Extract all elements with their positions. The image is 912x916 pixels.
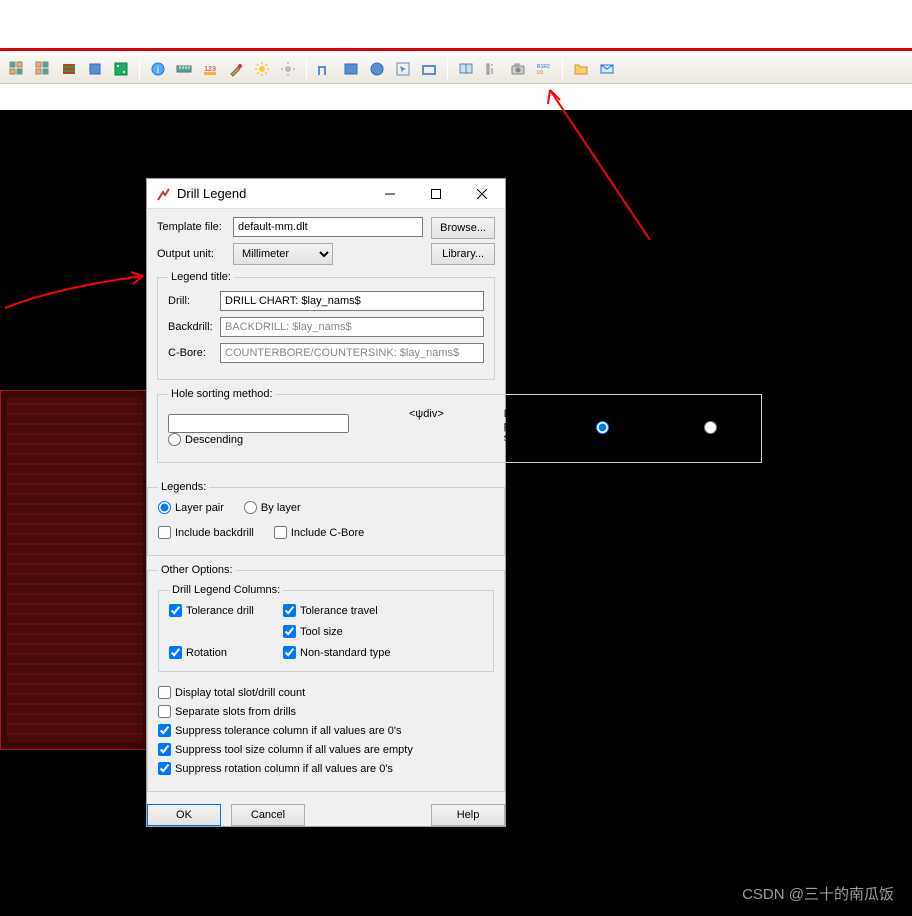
drill-columns-group: Drill Legend Columns: Tolerance drill To… bbox=[158, 584, 494, 672]
tb-brush-icon[interactable] bbox=[225, 58, 247, 80]
tb-grid2-icon[interactable] bbox=[32, 58, 54, 80]
help-button[interactable]: Help bbox=[431, 804, 505, 826]
backdrill-label: Backdrill: bbox=[168, 321, 214, 333]
rotation-label: Rotation bbox=[186, 647, 227, 659]
plated-first-label: Plated first bbox=[613, 415, 644, 439]
tb-sun-icon[interactable] bbox=[251, 58, 273, 80]
suppress-rot-check[interactable] bbox=[158, 762, 171, 775]
nonstandard-check[interactable] bbox=[283, 646, 296, 659]
tolerance-drill-check[interactable] bbox=[169, 604, 182, 617]
suppress-tool-check[interactable] bbox=[158, 743, 171, 756]
separate-slots-check[interactable] bbox=[158, 705, 171, 718]
layer-pair-radio[interactable] bbox=[158, 501, 171, 514]
tb-refdes-icon[interactable]: R1R2U1 bbox=[533, 58, 555, 80]
include-cbore-label: Include C-Bore bbox=[291, 527, 364, 539]
cancel-button[interactable]: Cancel bbox=[231, 804, 305, 826]
display-total-check[interactable] bbox=[158, 686, 171, 699]
tolerance-drill-label: Tolerance drill bbox=[186, 605, 254, 617]
tb-layers-icon[interactable] bbox=[58, 58, 80, 80]
by-layer-label: By layer bbox=[261, 502, 301, 514]
rotation-check[interactable] bbox=[169, 646, 182, 659]
suppress-tol-check[interactable] bbox=[158, 724, 171, 737]
drill-label: Drill: bbox=[168, 295, 214, 307]
cbore-label: C-Bore: bbox=[168, 347, 214, 359]
display-total-label: Display total slot/drill count bbox=[175, 687, 305, 699]
tb-123-icon[interactable]: 123 bbox=[199, 58, 221, 80]
tb-ruler-icon[interactable] bbox=[173, 58, 195, 80]
separate-slots-label: Separate slots from drills bbox=[175, 706, 296, 718]
dialog-title: Drill Legend bbox=[177, 186, 367, 201]
tb-mail-icon[interactable] bbox=[596, 58, 618, 80]
tb-folder-icon[interactable] bbox=[570, 58, 592, 80]
tool-size-label: Tool size bbox=[300, 626, 343, 638]
tb-circle-icon[interactable] bbox=[366, 58, 388, 80]
drill-input[interactable] bbox=[220, 291, 484, 311]
suppress-tol-label: Suppress tolerance column if all values … bbox=[175, 725, 402, 737]
hole-sorting-legend: Hole sorting method: bbox=[168, 388, 276, 400]
drill-legend-dialog: Drill Legend Template file: Browse... Li… bbox=[146, 178, 506, 827]
output-unit-label: Output unit: bbox=[157, 248, 227, 260]
tb-grid-icon[interactable] bbox=[6, 58, 28, 80]
template-file-input[interactable] bbox=[233, 217, 423, 237]
nonplated-first-radio[interactable] bbox=[704, 421, 717, 434]
tolerance-travel-check[interactable] bbox=[283, 604, 296, 617]
layer-pair-label: Layer pair bbox=[175, 502, 224, 514]
nonplated-first-label: Non-plated first bbox=[721, 409, 751, 445]
tb-board-icon[interactable] bbox=[110, 58, 132, 80]
legend-title-group: Legend title: Drill: Backdrill: C-Bore: bbox=[157, 271, 495, 380]
browse-button[interactable]: Browse... bbox=[431, 217, 495, 239]
template-file-label: Template file: bbox=[157, 221, 227, 233]
include-backdrill-label: Include backdrill bbox=[175, 527, 254, 539]
svg-text:i: i bbox=[157, 65, 159, 76]
legends-legend: Legends: bbox=[158, 481, 209, 493]
hole-sorting-group: Hole sorting method: Descending <ψdiv> B… bbox=[157, 388, 762, 463]
backdrill-input bbox=[220, 317, 484, 337]
tolerance-travel-label: Tolerance travel bbox=[300, 605, 378, 617]
include-cbore-check[interactable] bbox=[274, 526, 287, 539]
nonstandard-label: Non-standard type bbox=[300, 647, 391, 659]
ascending-rad�io bbox=[168, 414, 349, 433]
tb-shape1-icon[interactable] bbox=[314, 58, 336, 80]
plated-first-radio[interactable] bbox=[596, 421, 609, 434]
drill-columns-legend: Drill Legend Columns: bbox=[169, 584, 283, 596]
minimize-button[interactable] bbox=[367, 179, 413, 209]
other-options-group: Other Options: Drill Legend Columns: Tol… bbox=[147, 564, 505, 792]
tb-shape2-icon[interactable] bbox=[418, 58, 440, 80]
toolbar: i 123 R1R2U1 bbox=[0, 54, 912, 84]
suppress-tool-label: Suppress tool size column if all values … bbox=[175, 744, 413, 756]
tb-rect-icon[interactable] bbox=[340, 58, 362, 80]
legends-group: Legends: Layer pair By layer Include bac… bbox=[147, 481, 505, 556]
tb-measure-icon[interactable] bbox=[481, 58, 503, 80]
pcb-outline bbox=[0, 390, 150, 750]
tb-chip-icon[interactable] bbox=[84, 58, 106, 80]
tb-book-icon[interactable] bbox=[455, 58, 477, 80]
maximize-button[interactable] bbox=[413, 179, 459, 209]
legend-title-legend: Legend title: bbox=[168, 271, 234, 283]
tb-info-icon[interactable]: i bbox=[147, 58, 169, 80]
cbore-input bbox=[220, 343, 484, 363]
library-button[interactable]: Library... bbox=[431, 243, 495, 265]
app-icon bbox=[155, 186, 171, 202]
titlebar[interactable]: Drill Legend bbox=[147, 179, 505, 209]
suppress-rot-label: Suppress rotation column if all values a… bbox=[175, 763, 393, 775]
tb-camera-icon[interactable] bbox=[507, 58, 529, 80]
tb-cursor-icon[interactable] bbox=[392, 58, 414, 80]
watermark: CSDN @三十的南瓜饭 bbox=[742, 883, 894, 904]
output-unit-select[interactable]: Millimeter bbox=[233, 243, 333, 265]
close-button[interactable] bbox=[459, 179, 505, 209]
tool-size-check[interactable] bbox=[283, 625, 296, 638]
descending-radio[interactable] bbox=[168, 433, 181, 446]
svg-text:U1: U1 bbox=[537, 70, 544, 76]
by-layer-radio[interactable] bbox=[244, 501, 257, 514]
by-plating-header: By plating status bbox=[504, 408, 536, 446]
other-options-legend: Other Options: bbox=[158, 564, 236, 576]
svg-text:123: 123 bbox=[204, 66, 216, 73]
ok-button[interactable]: OK bbox=[147, 804, 221, 826]
tb-dim-icon[interactable] bbox=[277, 58, 299, 80]
include-backdrill-check[interactable] bbox=[158, 526, 171, 539]
accent-line bbox=[0, 48, 912, 51]
